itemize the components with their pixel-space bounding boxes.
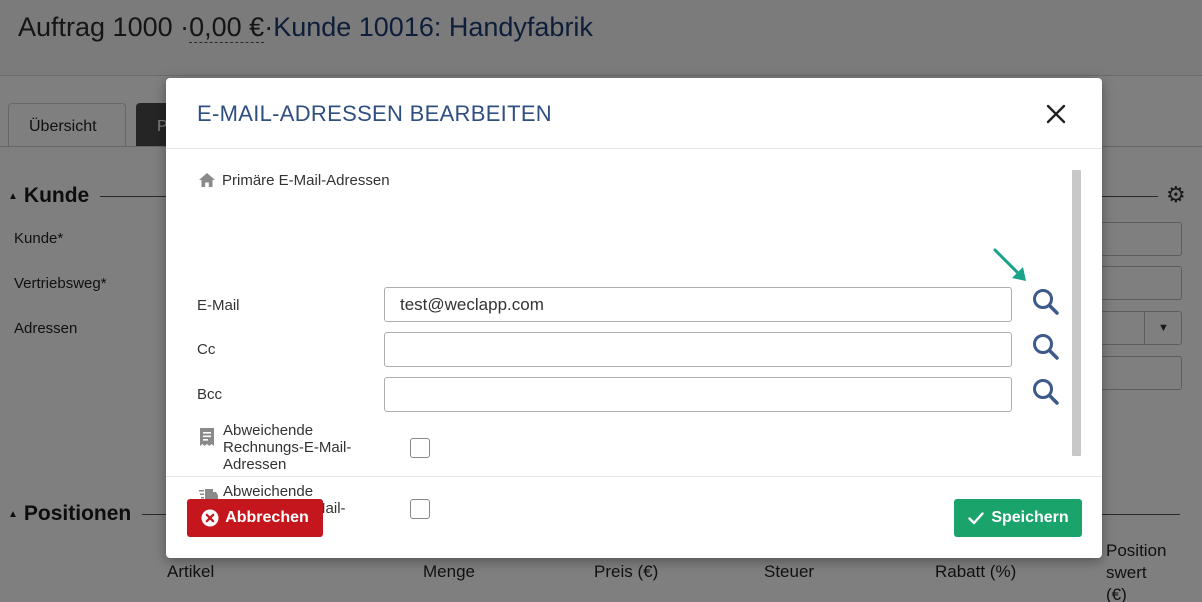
dialog-title: E-MAIL-ADRESSEN BEARBEITEN [197,101,552,126]
save-button[interactable]: Speichern [954,499,1082,537]
email-input[interactable] [384,287,1012,322]
invoice-email-label-line2: Rechnungs-E-Mail- [223,439,352,456]
cc-label: Cc [197,341,216,358]
receipt-icon [200,428,214,446]
dialog-body: Primäre E-Mail-Adressen E-Mail Cc Bcc [166,150,1102,534]
arrow-annotation-icon [993,248,1026,281]
cancel-button-label: Abbrechen [225,509,309,526]
cc-search-button[interactable] [1030,331,1062,363]
home-icon [199,173,215,187]
checkmark-icon [968,512,985,525]
primary-email-heading: Primäre E-Mail-Adressen [198,172,390,189]
dialog-footer: Abbrechen Speichern [166,476,1102,558]
email-label: E-Mail [197,297,240,314]
close-button[interactable] [1040,98,1072,130]
invoice-email-label: Abweichende Rechnungs-E-Mail- Adressen [223,422,393,473]
cancel-button[interactable]: Abbrechen [187,499,323,537]
invoice-email-checkbox[interactable] [410,438,430,458]
save-button-label: Speichern [991,509,1069,526]
email-addresses-dialog: E-MAIL-ADRESSEN BEARBEITEN Primäre E-Mai… [166,78,1102,558]
cc-input[interactable] [384,332,1012,367]
bcc-input[interactable] [384,377,1012,412]
search-icon [1033,334,1059,360]
dialog-header: E-MAIL-ADRESSEN BEARBEITEN [166,78,1102,149]
search-icon [1033,379,1059,405]
dialog-scrollbar[interactable] [1072,170,1081,456]
cancel-circle-icon [201,509,219,527]
primary-email-heading-label: Primäre E-Mail-Adressen [222,172,390,189]
email-search-button[interactable] [1030,286,1062,318]
bcc-label: Bcc [197,386,223,403]
bcc-search-button[interactable] [1030,376,1062,408]
invoice-email-label-line3: Adressen [223,456,287,473]
search-icon [1033,289,1059,315]
close-icon [1046,104,1066,124]
invoice-email-label-line1: Abweichende [223,422,314,439]
